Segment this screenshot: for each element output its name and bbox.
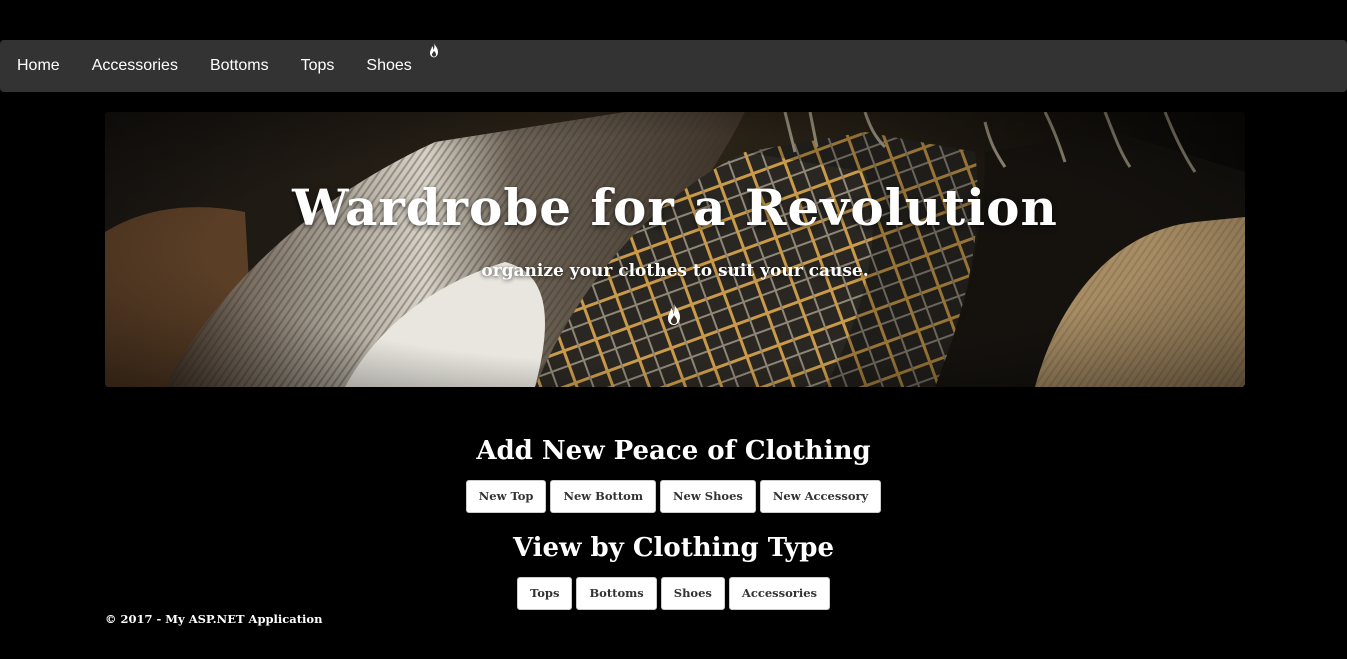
nav-bottoms-link[interactable]: Bottoms (194, 40, 285, 92)
hero-title: Wardrobe for a Revolution (292, 178, 1058, 237)
top-navbar: Home Accessories Bottoms Tops Shoes (0, 40, 1347, 92)
view-tops-button[interactable]: Tops (517, 577, 573, 610)
add-section-title: Add New Peace of Clothing (476, 436, 871, 466)
view-accessories-button[interactable]: Accessories (728, 577, 830, 610)
nav-tops-link[interactable]: Tops (285, 40, 351, 92)
flame-icon (430, 42, 438, 58)
footer-copyright: © 2017 - My ASP.NET Application (105, 612, 323, 626)
new-shoes-button[interactable]: New Shoes (660, 480, 756, 513)
nav-shoes-link[interactable]: Shoes (350, 40, 427, 92)
new-top-button[interactable]: New Top (465, 480, 547, 513)
hero-banner: Wardrobe for a Revolution organize your … (105, 112, 1245, 387)
view-shoes-button[interactable]: Shoes (660, 577, 725, 610)
hero-clothes-image (105, 112, 1245, 387)
nav-accessories-link[interactable]: Accessories (76, 40, 194, 92)
add-buttons-row: New Top New Bottom New Shoes New Accesso… (0, 480, 1347, 513)
nav-home-link[interactable]: Home (0, 40, 76, 92)
view-bottoms-button[interactable]: Bottoms (576, 577, 657, 610)
new-accessory-button[interactable]: New Accessory (759, 480, 882, 513)
hero-subtitle: organize your clothes to suit your cause… (481, 261, 869, 281)
view-section-title: View by Clothing Type (512, 533, 835, 563)
view-buttons-row: Tops Bottoms Shoes Accessories (0, 577, 1347, 610)
flame-icon (668, 303, 680, 325)
new-bottom-button[interactable]: New Bottom (550, 480, 657, 513)
